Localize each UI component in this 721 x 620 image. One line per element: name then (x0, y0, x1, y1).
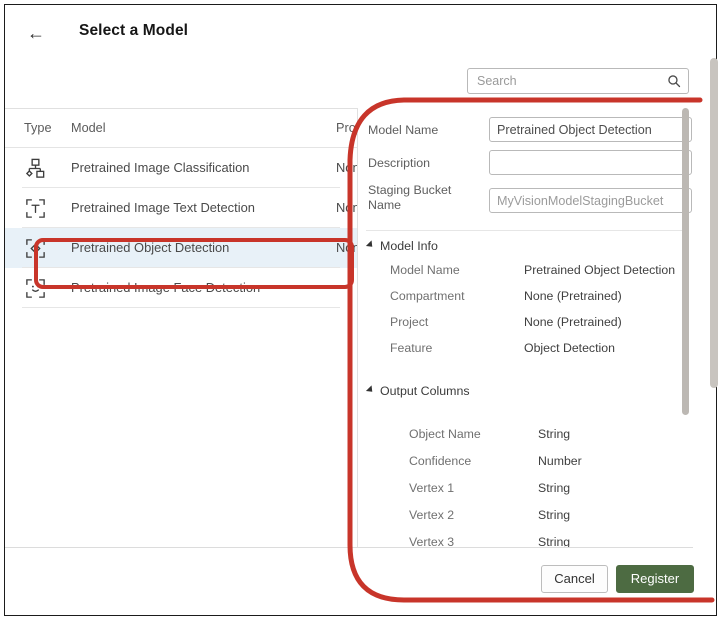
cell-project: None (336, 240, 357, 255)
info-value: Pretrained Object Detection (524, 263, 675, 277)
section-header-model-info[interactable]: Model Info (368, 239, 438, 253)
model-detail-panel: Model Name Description Staging Bucket Na… (358, 108, 693, 547)
info-key: Compartment (390, 289, 465, 303)
register-button[interactable]: Register (616, 565, 694, 593)
output-column-name: Vertex 2 (409, 508, 454, 522)
output-column-row: Object Name String (358, 427, 693, 452)
detail-scrollbar-thumb[interactable] (682, 108, 689, 415)
field-staging-bucket-name: Staging Bucket Name (358, 183, 693, 217)
info-row: Compartment None (Pretrained) (358, 289, 693, 314)
table-row-selected[interactable]: Pretrained Object Detection None (5, 228, 357, 268)
cell-model-name: Pretrained Object Detection (71, 240, 229, 255)
field-description: Description (358, 150, 693, 178)
field-label-model-name: Model Name (368, 123, 478, 138)
info-row: Feature Object Detection (358, 341, 693, 366)
column-header-model[interactable]: Model (71, 121, 106, 135)
dialog-header: ← Select a Model (5, 5, 693, 57)
output-column-name: Vertex 3 (409, 535, 454, 547)
section-title-model-info: Model Info (380, 239, 438, 253)
cell-project: None (336, 200, 357, 215)
field-label-staging-bucket-line2: Name (368, 198, 478, 213)
column-header-project[interactable]: Proje (336, 121, 357, 135)
info-value: Object Detection (524, 341, 615, 355)
output-column-name: Confidence (409, 454, 471, 468)
info-key: Project (390, 315, 428, 329)
object-detection-icon (24, 237, 47, 260)
output-column-row: Vertex 1 String (358, 481, 693, 506)
caret-collapse-icon (366, 385, 375, 394)
info-key: Feature (390, 341, 432, 355)
info-value: None (Pretrained) (524, 289, 622, 303)
info-row: Project None (Pretrained) (358, 315, 693, 340)
page-scrollbar-thumb[interactable] (710, 58, 718, 388)
info-key: Model Name (390, 263, 460, 277)
output-column-row: Vertex 2 String (358, 508, 693, 533)
model-name-input[interactable] (489, 117, 692, 142)
output-column-type: String (538, 481, 570, 495)
cell-model-name: Pretrained Image Classification (71, 160, 249, 175)
caret-collapse-icon (366, 240, 375, 249)
text-detection-icon (24, 197, 47, 220)
cell-model-name: Pretrained Image Text Detection (71, 200, 255, 215)
section-title-output-columns: Output Columns (380, 384, 470, 398)
table-row[interactable]: Pretrained Image Face Detection (5, 268, 357, 308)
output-column-name: Vertex 1 (409, 481, 454, 495)
description-input[interactable] (489, 150, 692, 175)
info-value: None (Pretrained) (524, 315, 622, 329)
table-row[interactable]: Pretrained Image Text Detection None (5, 188, 357, 228)
output-column-type: String (538, 508, 570, 522)
section-header-output-columns[interactable]: Output Columns (368, 384, 470, 398)
search-input[interactable] (468, 69, 664, 93)
output-column-row: Vertex 3 String (358, 535, 693, 547)
field-label-staging-bucket-line1: Staging Bucket (368, 183, 478, 198)
output-column-type: String (538, 427, 570, 441)
table-row[interactable]: Pretrained Image Classification None (5, 148, 357, 188)
detail-scrollbar-track[interactable] (684, 108, 691, 547)
cell-project: None (336, 160, 357, 175)
search-box[interactable] (467, 68, 689, 94)
field-model-name: Model Name (358, 117, 693, 145)
staging-bucket-name-input[interactable] (489, 188, 692, 213)
page-title: Select a Model (79, 22, 188, 40)
output-column-type: String (538, 535, 570, 547)
select-model-dialog-screenshot: ← Select a Model Type Model Proje (0, 0, 721, 620)
cancel-button[interactable]: Cancel (541, 565, 608, 593)
table-header-row: Type Model Proje (5, 109, 357, 147)
search-icon[interactable] (667, 74, 681, 88)
arrow-left-icon[interactable]: ← (25, 23, 47, 43)
sitemap-icon (24, 157, 47, 180)
info-row: Model Name Pretrained Object Detection (358, 263, 693, 288)
output-column-row: Confidence Number (358, 454, 693, 479)
field-label-description: Description (368, 156, 478, 171)
face-detection-icon (24, 277, 47, 300)
row-divider (22, 307, 340, 308)
output-column-name: Object Name (409, 427, 481, 441)
column-header-type[interactable]: Type (24, 121, 52, 135)
output-column-type: Number (538, 454, 582, 468)
section-divider (366, 230, 684, 231)
footer-divider (5, 547, 693, 548)
model-table: Type Model Proje Pretrained Image Classi… (5, 108, 357, 547)
cell-model-name: Pretrained Image Face Detection (71, 280, 260, 295)
